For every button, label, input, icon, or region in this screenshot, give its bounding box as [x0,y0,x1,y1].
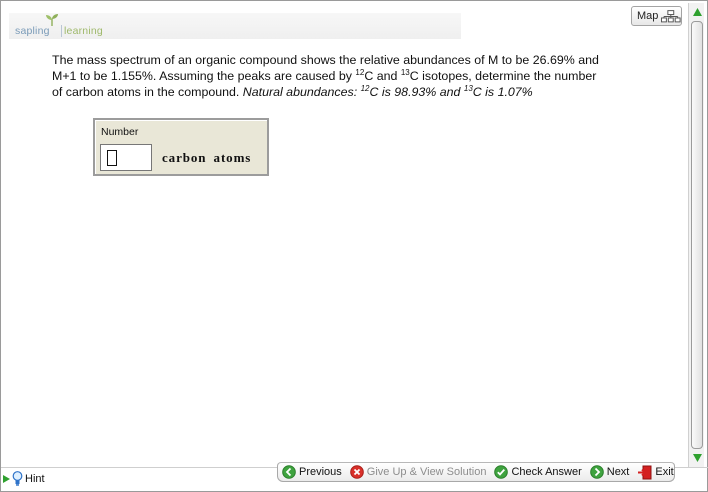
question-toolbar: Previous Give Up & View Solution Check A… [277,462,675,482]
arrow-left-circle-icon [282,465,296,479]
scroll-down-button[interactable] [690,451,704,465]
sitemap-icon [661,9,681,22]
map-button[interactable]: Map [631,6,682,26]
answer-panel: Number carbon atoms [93,118,269,176]
answer-label: Number [101,126,139,138]
app-frame: sapling learning Map The mass spectrum o… [0,0,708,492]
exit-label: Exit [655,466,674,478]
checkmark-circle-icon [494,465,509,479]
scroll-thumb[interactable] [691,21,703,449]
answer-unit-label: carbon atoms [162,150,252,165]
exit-door-icon [638,465,652,479]
triangle-down-icon [692,454,702,462]
vertical-scrollbar[interactable] [688,3,704,467]
arrow-right-circle-icon [589,465,604,479]
logo-divider [61,25,62,37]
hint-button[interactable]: Hint [3,470,45,487]
exit-button[interactable]: Exit [637,465,674,480]
lightbulb-icon [12,471,23,486]
previous-label: Previous [299,466,342,478]
x-circle-icon [349,465,364,479]
give-up-label: Give Up & View Solution [366,466,487,478]
check-answer-label: Check Answer [511,466,582,478]
logo-word-sapling: sapling [15,25,50,37]
question-text: The mass spectrum of an organic compound… [52,52,632,101]
hint-label: Hint [25,472,45,485]
map-button-label: Map [637,10,659,22]
next-label: Next [606,466,630,478]
expand-arrow-icon [3,474,10,483]
question-line-1: The mass spectrum of an organic compound… [52,53,599,67]
previous-button[interactable]: Previous [282,465,342,479]
text-cursor [107,150,117,166]
logo-word-learning: learning [64,25,103,37]
question-line-3: of carbon atoms in the compound. Natural… [52,84,533,100]
question-line-2: M+1 to be 1.155%. Assuming the peaks are… [52,68,597,84]
check-answer-button[interactable]: Check Answer [494,465,582,479]
triangle-up-icon [692,8,702,16]
give-up-button[interactable]: Give Up & View Solution [349,465,487,479]
number-input[interactable] [100,144,152,171]
next-button[interactable]: Next [589,465,630,479]
scroll-up-button[interactable] [690,5,704,19]
